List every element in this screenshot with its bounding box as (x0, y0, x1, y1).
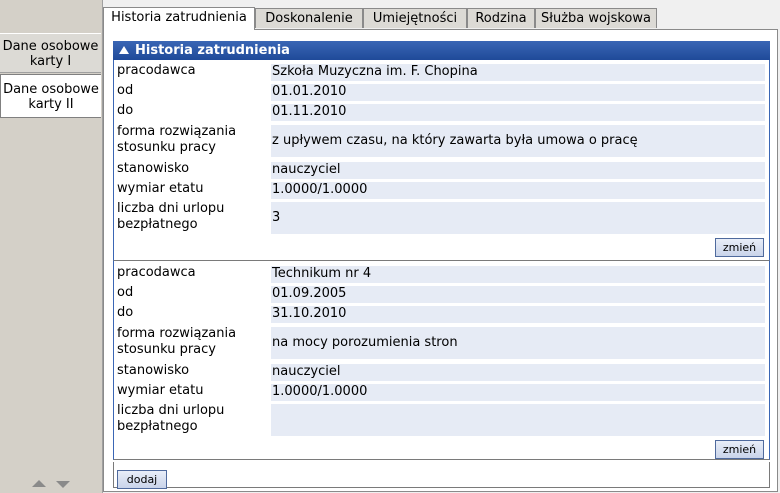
field-value-from: 01.01.2010 (271, 84, 765, 101)
field-label: do (117, 305, 134, 320)
field-row-fte: wymiar etatu 1.0000/1.0000 (114, 383, 769, 401)
field-label: liczba dni urlopu bezpłatnego (117, 201, 267, 233)
sidebar-tab-personal-data-2[interactable]: Dane osobowe karty II (0, 74, 101, 118)
scroll-up-icon[interactable] (32, 480, 46, 487)
field-label: pracodawca (117, 63, 196, 78)
field-label: do (117, 103, 134, 118)
field-label: od (117, 285, 134, 300)
field-label: wymiar etatu (117, 383, 204, 398)
field-label: wymiar etatu (117, 181, 204, 196)
field-row-employer: pracodawca Technikum nr 4 (114, 265, 769, 283)
field-label: liczba dni urlopu bezpłatnego (117, 403, 267, 435)
sidebar-scroll-arrows (30, 478, 80, 490)
add-record-button[interactable]: dodaj (117, 470, 167, 489)
field-value-unpaid-leave (271, 404, 765, 436)
scroll-down-icon[interactable] (56, 481, 70, 488)
edit-button[interactable]: zmień (715, 440, 764, 459)
field-value-termination: z upływem czasu, na który zawarta była u… (271, 125, 765, 157)
field-label-line: bezpłatnego (117, 217, 198, 232)
field-row-termination: forma rozwiązania stosunku pracy na mocy… (114, 326, 769, 360)
field-row-position: stanowisko nauczyciel (114, 161, 769, 179)
section-title: Historia zatrudnienia (135, 43, 290, 58)
field-row-unpaid-leave: liczba dni urlopu bezpłatnego (114, 403, 769, 437)
field-label: forma rozwiązania stosunku pracy (117, 124, 267, 156)
field-label: stanowisko (117, 161, 190, 176)
field-label-line: liczba dni urlopu (117, 403, 225, 418)
field-row-position: stanowisko nauczyciel (114, 363, 769, 381)
field-row-employer: pracodawca Szkoła Muzyczna im. F. Chopin… (114, 63, 769, 81)
collapse-triangle-icon[interactable] (119, 46, 129, 54)
field-row-unpaid-leave: liczba dni urlopu bezpłatnego 3 (114, 201, 769, 235)
field-value-employer: Technikum nr 4 (271, 266, 765, 283)
field-row-to: do 31.10.2010 (114, 305, 769, 323)
tab-employment-history[interactable]: Historia zatrudnienia (103, 7, 255, 30)
field-value-to: 01.11.2010 (271, 104, 765, 121)
field-value-employer: Szkoła Muzyczna im. F. Chopina (271, 64, 765, 81)
tab-family[interactable]: Rodzina (467, 8, 535, 28)
tab-skills[interactable]: Umiejętności (363, 8, 467, 28)
employment-record: pracodawca Szkoła Muzyczna im. F. Chopin… (113, 60, 770, 261)
field-row-from: od 01.01.2010 (114, 83, 769, 101)
records-footer (113, 462, 770, 488)
field-value-position: nauczyciel (271, 364, 765, 381)
field-value-termination: na mocy porozumienia stron (271, 327, 765, 359)
sidebar-tab-label: Dane osobowe (2, 39, 99, 54)
sidebar-tab-personal-data-1[interactable]: Dane osobowe karty I (0, 33, 101, 73)
sidebar-tab-label: Dane osobowe (3, 82, 99, 97)
edit-button[interactable]: zmień (715, 238, 764, 257)
field-value-from: 01.09.2005 (271, 286, 765, 303)
field-value-position: nauczyciel (271, 162, 765, 179)
sidebar: Dane osobowe karty I Dane osobowe karty … (0, 0, 103, 493)
field-value-fte: 1.0000/1.0000 (271, 182, 765, 199)
field-row-to: do 01.11.2010 (114, 103, 769, 121)
employment-record: pracodawca Technikum nr 4 od 01.09.2005 … (113, 261, 770, 460)
field-label: pracodawca (117, 265, 196, 280)
content-panel: Historia zatrudnienia pracodawca Szkoła … (103, 29, 778, 492)
field-value-to: 31.10.2010 (271, 306, 765, 323)
field-label: od (117, 83, 134, 98)
field-row-termination: forma rozwiązania stosunku pracy z upływ… (114, 124, 769, 158)
field-row-from: od 01.09.2005 (114, 285, 769, 303)
field-label-line: forma rozwiązania (117, 326, 237, 341)
field-label: stanowisko (117, 363, 190, 378)
sidebar-tab-label: karty II (28, 97, 74, 112)
field-label-line: stosunku pracy (117, 342, 216, 357)
tab-training[interactable]: Doskonalenie (255, 8, 363, 28)
tab-military-service[interactable]: Służba wojskowa (535, 8, 657, 28)
field-label-line: liczba dni urlopu (117, 201, 225, 216)
tab-bar: Historia zatrudnienia Doskonalenie Umiej… (103, 7, 780, 30)
field-label-line: bezpłatnego (117, 419, 198, 434)
field-value-unpaid-leave: 3 (271, 202, 765, 234)
field-value-fte: 1.0000/1.0000 (271, 384, 765, 401)
field-label: forma rozwiązania stosunku pracy (117, 326, 267, 358)
field-label-line: stosunku pracy (117, 140, 216, 155)
field-row-fte: wymiar etatu 1.0000/1.0000 (114, 181, 769, 199)
sidebar-tab-label: karty I (29, 54, 72, 69)
section-header[interactable]: Historia zatrudnienia (113, 41, 770, 60)
field-label-line: forma rozwiązania (117, 124, 237, 139)
